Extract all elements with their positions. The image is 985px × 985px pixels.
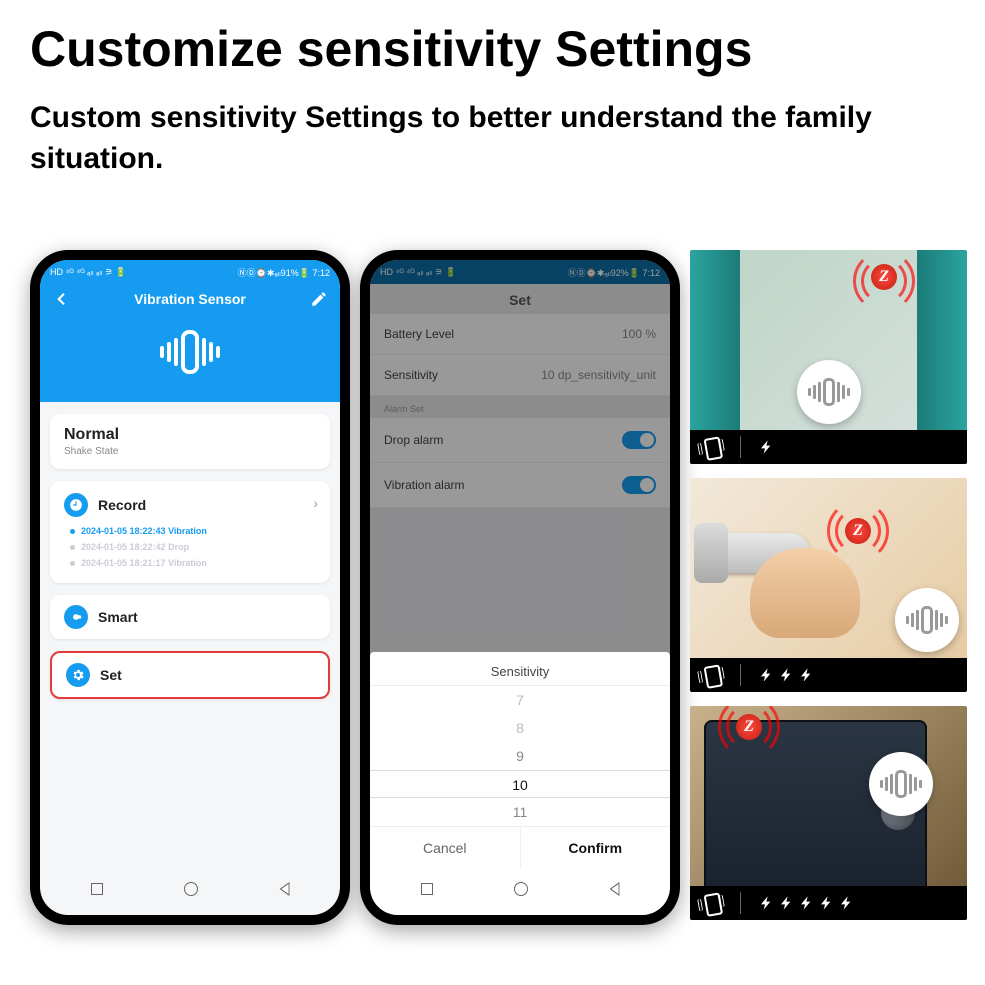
picker-option[interactable]: 9 (370, 742, 670, 770)
state-sub: Shake State (64, 446, 316, 457)
lightning-icon (799, 891, 815, 915)
phone-settings-sheet: HD ⁴ᴳ ⁴ᴳ ₐₗₗ ₐₗₗ ⚞ 🔋 ⓃⒹ⌚✱ₐₗₗ92%🔋 7:12 Se… (360, 250, 680, 925)
status-left: HD ⁴ᴳ ⁴ᴳ ₐₗₗ ₐₗₗ ⚞ 🔋 (50, 267, 127, 278)
android-navbar[interactable] (380, 871, 660, 907)
sensor-puck-icon (797, 360, 861, 424)
smart-label: Smart (98, 609, 138, 625)
back-icon[interactable] (52, 290, 70, 308)
sensor-puck-icon (895, 588, 959, 652)
picker-option[interactable]: 10 (370, 770, 670, 798)
intensity-strip (690, 886, 967, 920)
record-entry: 2024-01-05 18:21:17 Vibration (64, 555, 316, 571)
picker-option[interactable]: 7 (370, 686, 670, 714)
record-card[interactable]: Record › 2024-01-05 18:22:43 Vibration20… (50, 481, 330, 583)
confirm-button[interactable]: Confirm (521, 827, 671, 869)
lightning-icon (839, 891, 855, 915)
set-label: Set (100, 667, 122, 683)
lightning-icon (779, 891, 795, 915)
recents-button[interactable] (91, 883, 103, 895)
hand (750, 548, 860, 638)
vibration-sensor-icon (40, 330, 340, 374)
scene-door-handle (690, 478, 967, 692)
android-navbar[interactable] (50, 871, 330, 907)
screen-title: Vibration Sensor (134, 291, 246, 307)
status-right: ⓃⒹ⌚✱ₐₗₗ91%🔋 7:12 (238, 266, 330, 279)
record-entry: 2024-01-05 18:22:43 Vibration (64, 523, 316, 539)
lightning-icon (819, 891, 835, 915)
sheet-title: Sensitivity (370, 652, 670, 686)
vibration-icon (698, 890, 723, 915)
back-button[interactable] (279, 882, 289, 896)
state-title: Normal (64, 426, 316, 444)
state-card: Normal Shake State (50, 414, 330, 469)
edit-icon[interactable] (310, 290, 328, 308)
smart-card[interactable]: Smart (50, 595, 330, 639)
sensitivity-picker[interactable]: 78910111213 (370, 686, 670, 826)
home-button[interactable] (514, 882, 528, 896)
lightning-icon (759, 663, 775, 687)
scene-curtain (690, 250, 967, 464)
home-button[interactable] (184, 882, 198, 896)
recents-button[interactable] (421, 883, 433, 895)
phone-main-app: HD ⁴ᴳ ⁴ᴳ ₐₗₗ ₐₗₗ ⚞ 🔋 ⓃⒹ⌚✱ₐₗₗ91%🔋 7:12 Vi… (30, 250, 350, 925)
lightning-icon (799, 663, 815, 687)
scenario-column (690, 250, 967, 920)
vibration-icon (698, 662, 723, 687)
back-button[interactable] (609, 882, 619, 896)
page-headline: Customize sensitivity Settings (0, 0, 985, 83)
picker-option[interactable]: 11 (370, 798, 670, 826)
set-card[interactable]: Set (50, 651, 330, 699)
record-entry: 2024-01-05 18:22:42 Drop (64, 539, 316, 555)
cancel-button[interactable]: Cancel (370, 827, 521, 869)
intensity-strip (690, 430, 967, 464)
lightning-icon (779, 663, 795, 687)
vibration-icon (698, 434, 723, 459)
clock-icon (64, 493, 88, 517)
scene-safe (690, 706, 967, 920)
chevron-right-icon: › (313, 495, 318, 511)
lightning-icon (759, 435, 775, 459)
smart-icon (64, 605, 88, 629)
record-label: Record (98, 497, 146, 513)
intensity-strip (690, 658, 967, 692)
lightning-icon (759, 891, 775, 915)
picker-option[interactable]: 8 (370, 714, 670, 742)
status-bar: HD ⁴ᴳ ⁴ᴳ ₐₗₗ ₐₗₗ ⚞ 🔋 ⓃⒹ⌚✱ₐₗₗ91%🔋 7:12 (40, 260, 340, 284)
page-subhead: Custom sensitivity Settings to better un… (0, 83, 985, 179)
sensor-puck-icon (869, 752, 933, 816)
gear-icon (66, 663, 90, 687)
